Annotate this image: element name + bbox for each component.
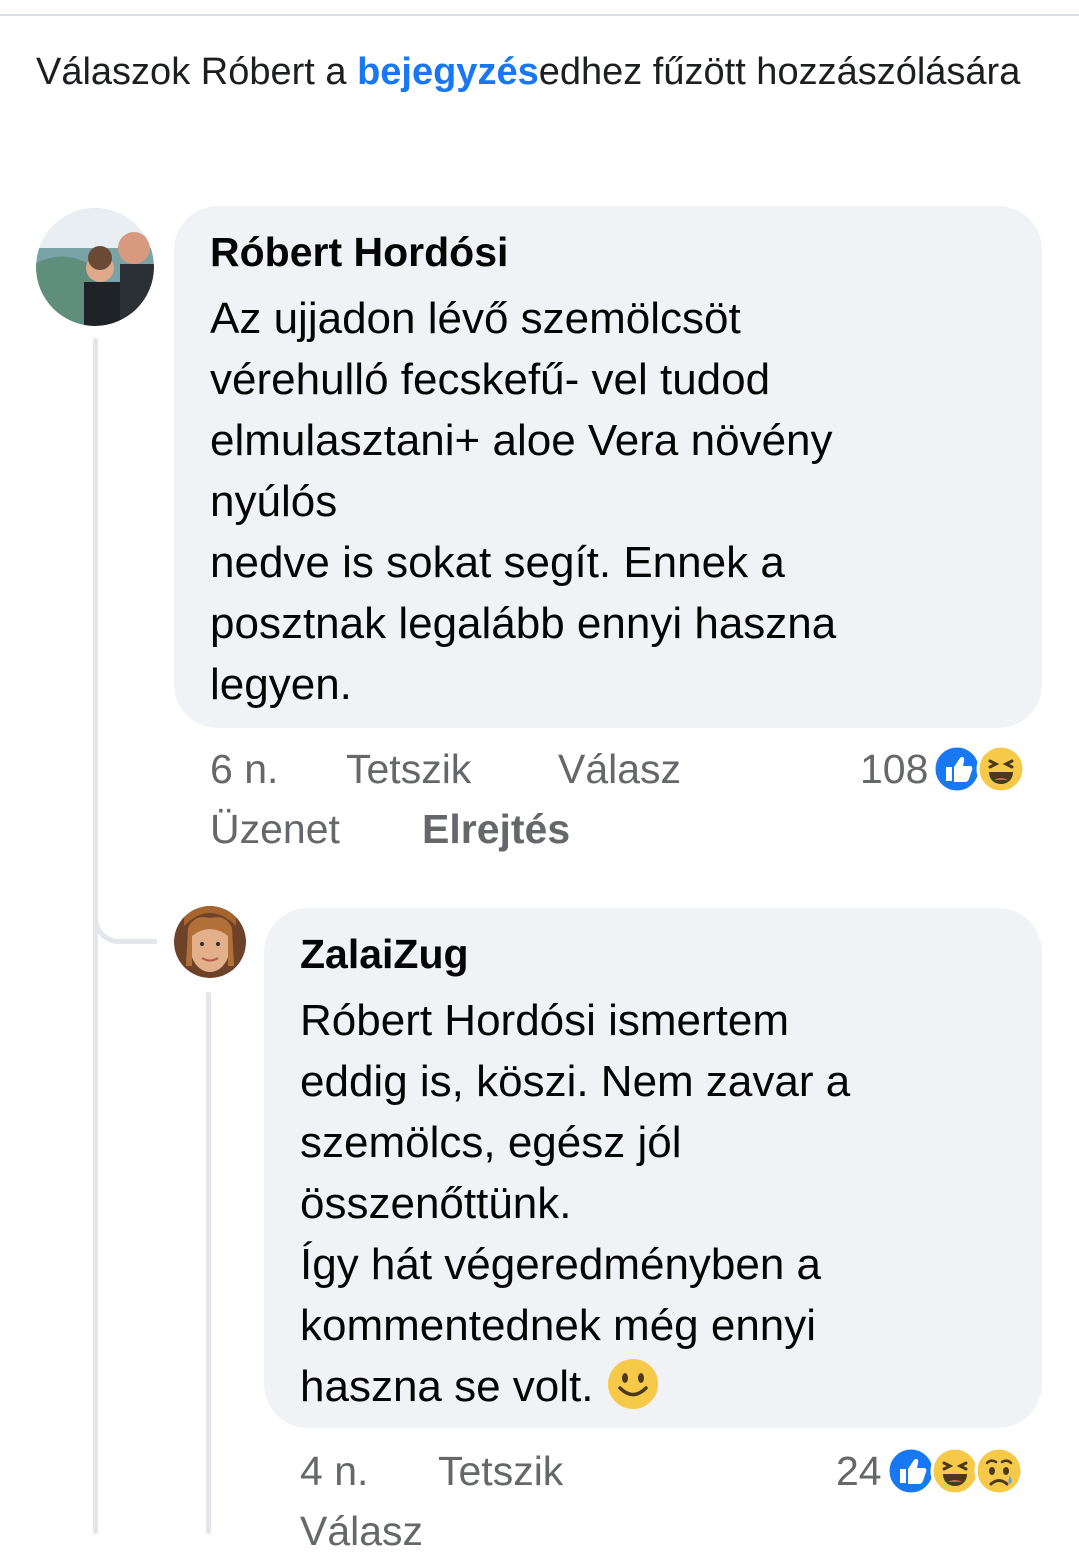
avatar[interactable]: [174, 906, 246, 978]
reaction-summary[interactable]: 24: [836, 1446, 1024, 1496]
smiley-emoji-icon: [607, 1359, 658, 1409]
haha-icon: [976, 744, 1026, 794]
comment-text: Az ujjadon lévő szemölcsöt vérehulló fec…: [210, 294, 837, 709]
reaction-count: 108: [860, 745, 929, 792]
comment-bubble: ZalaiZug Róbert Hordósi ismertem eddig i…: [264, 908, 1042, 1428]
like-icon: [932, 744, 982, 794]
thread-line-reply: [206, 992, 211, 1534]
comment-author[interactable]: Róbert Hordósi: [210, 228, 1006, 276]
thread-connector: [93, 880, 157, 944]
replies-header: Válaszok Róbert a bejegyzésedhez fűzött …: [36, 44, 1036, 100]
header-suffix: edhez fűzött hozzászólására: [538, 51, 1021, 93]
haha-icon: [930, 1446, 980, 1496]
top-divider: [0, 14, 1079, 16]
comment-time[interactable]: 6 n.: [210, 746, 278, 793]
header-prefix: Válaszok Róbert a: [36, 51, 358, 93]
comment-time[interactable]: 4 n.: [300, 1448, 368, 1495]
comment-author[interactable]: ZalaiZug: [300, 930, 1006, 978]
comment-text: Róbert Hordósi ismertem eddig is, köszi.…: [300, 990, 1006, 1417]
comment-text-body: Róbert Hordósi ismertem eddig is, köszi.…: [300, 996, 851, 1411]
reaction-summary[interactable]: 108: [860, 744, 1026, 794]
sad-icon: [974, 1446, 1024, 1496]
like-icon: [886, 1446, 936, 1496]
message-button[interactable]: Üzenet: [210, 806, 340, 853]
reaction-count: 24: [836, 1447, 882, 1494]
hide-button[interactable]: Elrejtés: [422, 806, 570, 853]
like-button[interactable]: Tetszik: [346, 746, 471, 793]
reply-button[interactable]: Válasz: [558, 746, 681, 793]
reply-button[interactable]: Válasz: [300, 1508, 423, 1555]
thread-line: [93, 338, 98, 1534]
comment-bubble: Róbert Hordósi Az ujjadon lévő szemölcsö…: [174, 206, 1042, 728]
like-button[interactable]: Tetszik: [438, 1448, 563, 1495]
avatar[interactable]: [36, 208, 154, 326]
post-link[interactable]: bejegyzés: [357, 51, 539, 93]
